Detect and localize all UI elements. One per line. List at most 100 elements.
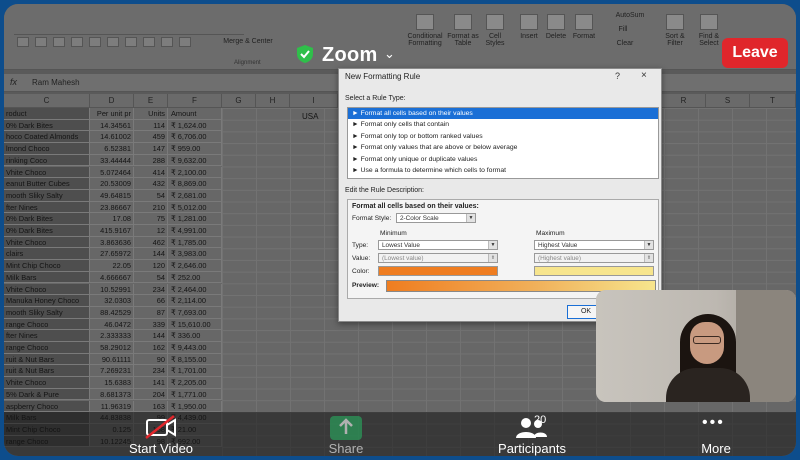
cell-per-unit[interactable]: 32.0303 bbox=[90, 295, 134, 307]
cell-amount[interactable]: ₹ 15,610.00 bbox=[168, 318, 222, 331]
cell-units[interactable]: 462 bbox=[134, 236, 168, 249]
column-header-g[interactable]: G bbox=[222, 94, 256, 108]
cell-per-unit[interactable]: 2.333333 bbox=[90, 330, 134, 342]
column-header-t[interactable]: T bbox=[750, 94, 796, 108]
cell-amount[interactable]: ₹ 5,012.00 bbox=[168, 201, 222, 214]
table-row[interactable]: Vhite Choco 15.6383 141 ₹ 2,205.00 bbox=[4, 377, 222, 389]
zoom-title[interactable]: Zoom bbox=[322, 44, 378, 67]
cell-per-unit[interactable]: 22.05 bbox=[90, 260, 134, 272]
cell-units[interactable]: 12 bbox=[134, 225, 168, 237]
cell-product[interactable]: Vhite Choco bbox=[4, 236, 90, 249]
cell-amount[interactable]: ₹ 2,100.00 bbox=[168, 166, 222, 179]
cell-amount[interactable]: ₹ 1,281.00 bbox=[168, 213, 222, 225]
cell-per-unit[interactable]: 14.61002 bbox=[90, 131, 134, 144]
cell-amount[interactable]: ₹ 252.00 bbox=[168, 271, 222, 284]
cell-units[interactable]: 75 bbox=[134, 213, 168, 225]
cell-per-unit[interactable]: 7.269231 bbox=[90, 365, 134, 378]
cell-product[interactable]: fter Nines bbox=[4, 330, 90, 342]
cell-per-unit[interactable]: 49.64815 bbox=[90, 189, 134, 202]
cell-units[interactable]: 339 bbox=[134, 318, 168, 331]
cell-per-unit[interactable]: 5.072464 bbox=[90, 166, 134, 179]
rule-item-top-bottom[interactable]: ► Format only top or bottom ranked value… bbox=[348, 131, 658, 142]
min-type-select[interactable]: Lowest Value ▼ bbox=[378, 240, 498, 250]
cell-product[interactable]: 0% Dark Bites bbox=[4, 213, 90, 225]
column-header-c[interactable]: C bbox=[4, 94, 90, 108]
table-row[interactable]: 0% Dark Bites 415.9167 12 ₹ 4,991.00 bbox=[4, 225, 222, 237]
cell-product[interactable]: Vhite Choco bbox=[4, 166, 90, 179]
cell-per-unit[interactable]: 8.681373 bbox=[90, 388, 134, 401]
cell-per-unit[interactable]: 17.08 bbox=[90, 213, 134, 225]
cell-amount[interactable]: ₹ 9,632.00 bbox=[168, 154, 222, 167]
max-color-picker[interactable] bbox=[534, 266, 654, 276]
cell-units[interactable]: 54 bbox=[134, 189, 168, 202]
column-header-i[interactable]: I bbox=[290, 94, 338, 108]
cell-amount[interactable]: ₹ 959.00 bbox=[168, 143, 222, 155]
range-picker-icon[interactable]: ⬆ bbox=[488, 254, 497, 262]
cell-amount[interactable]: ₹ 3,983.00 bbox=[168, 248, 222, 261]
more-button[interactable]: ••• More bbox=[684, 412, 748, 456]
cell-product[interactable]: rinking Coco bbox=[4, 154, 90, 167]
cell-amount[interactable]: ₹ 2,205.00 bbox=[168, 377, 222, 389]
cell-product[interactable]: Vhite Choco bbox=[4, 377, 90, 389]
cell-per-unit[interactable]: 20.53009 bbox=[90, 178, 134, 190]
table-row[interactable]: aspberry Choco 11.96319 163 ₹ 1,950.00 bbox=[4, 400, 222, 413]
cell-units[interactable]: 204 bbox=[134, 388, 168, 401]
cell-units[interactable]: 144 bbox=[134, 330, 168, 342]
table-row[interactable]: range Choco 58.29012 162 ₹ 9,443.00 bbox=[4, 342, 222, 354]
column-header-s[interactable]: S bbox=[706, 94, 750, 108]
max-value-input[interactable]: (Highest value) ⬆ bbox=[534, 253, 654, 263]
rule-item-contains[interactable]: ► Format only cells that contain bbox=[348, 119, 658, 130]
cell-product[interactable]: mooth Sliky Salty bbox=[4, 189, 90, 202]
insert-button[interactable]: Insert bbox=[516, 14, 542, 54]
cell-styles-button[interactable]: Cell Styles bbox=[480, 14, 510, 54]
cell-units[interactable]: 66 bbox=[134, 295, 168, 307]
table-header-row[interactable]: roduct Per unit pr Units Amount bbox=[4, 108, 222, 120]
column-header-r[interactable]: R bbox=[662, 94, 706, 108]
cell-product[interactable]: 0% Dark Bites bbox=[4, 225, 90, 237]
participants-button[interactable]: 20 Participants bbox=[482, 412, 582, 456]
format-style-select[interactable]: 2-Color Scale ▼ bbox=[396, 213, 476, 223]
fill-button[interactable]: Fill bbox=[608, 26, 638, 36]
format-as-table-button[interactable]: Format as Table bbox=[446, 14, 480, 54]
table-row[interactable]: 0% Dark Bites 17.08 75 ₹ 1,281.00 bbox=[4, 213, 222, 225]
cell-units[interactable]: 141 bbox=[134, 377, 168, 389]
table-row[interactable]: ruit & Nut Bars 7.269231 234 ₹ 1,701.00 bbox=[4, 365, 222, 378]
cell-amount[interactable]: ₹ 1,771.00 bbox=[168, 388, 222, 401]
cell-product[interactable]: Mint Chip Choco bbox=[4, 260, 90, 272]
table-row[interactable]: eanut Butter Cubes 20.53009 432 ₹ 8,869.00 bbox=[4, 178, 222, 190]
cell-units[interactable]: 234 bbox=[134, 365, 168, 378]
conditional-formatting-button[interactable]: Conditional Formatting bbox=[404, 14, 446, 54]
shield-icon[interactable] bbox=[296, 44, 314, 64]
cell-amount[interactable]: ₹ 4,991.00 bbox=[168, 225, 222, 237]
table-row[interactable]: fter Nines 23.86667 210 ₹ 5,012.00 bbox=[4, 201, 222, 214]
cell-per-unit[interactable]: 415.9167 bbox=[90, 225, 134, 237]
cell-units[interactable]: 210 bbox=[134, 201, 168, 214]
cell-per-unit[interactable]: 46.0472 bbox=[90, 318, 134, 331]
cell-product[interactable]: range Choco bbox=[4, 318, 90, 331]
cell-units[interactable]: 163 bbox=[134, 400, 168, 413]
header-units[interactable]: Units bbox=[134, 108, 168, 120]
table-row[interactable]: Vhite Choco 10.52991 234 ₹ 2,464.00 bbox=[4, 283, 222, 296]
table-row[interactable]: Vhite Choco 3.863636 462 ₹ 1,785.00 bbox=[4, 236, 222, 249]
table-row[interactable]: rinking Coco 33.44444 288 ₹ 9,632.00 bbox=[4, 154, 222, 167]
cell-product[interactable]: clairs bbox=[4, 248, 90, 261]
merge-center-button[interactable]: Merge & Center bbox=[218, 38, 278, 78]
table-row[interactable]: Mint Chip Choco 22.05 120 ₹ 2,646.00 bbox=[4, 260, 222, 272]
cell-product[interactable]: ruit & Nut Bars bbox=[4, 365, 90, 378]
cell-product[interactable]: ruit & Nut Bars bbox=[4, 353, 90, 366]
cell-units[interactable]: 459 bbox=[134, 131, 168, 144]
column-header-h[interactable]: H bbox=[256, 94, 290, 108]
cell-per-unit[interactable]: 23.86667 bbox=[90, 201, 134, 214]
cell-units[interactable]: 90 bbox=[134, 353, 168, 366]
leave-button[interactable]: Leave bbox=[722, 38, 788, 68]
min-value-input[interactable]: (Lowest value) ⬆ bbox=[378, 253, 498, 263]
cell-amount[interactable]: ₹ 8,155.00 bbox=[168, 353, 222, 366]
table-row[interactable]: fter Nines 2.333333 144 ₹ 336.00 bbox=[4, 330, 222, 342]
cell-product[interactable]: lmond Choco bbox=[4, 143, 90, 155]
rule-item-unique-duplicate[interactable]: ► Format only unique or duplicate values bbox=[348, 154, 658, 165]
cell-amount[interactable]: ₹ 7,693.00 bbox=[168, 306, 222, 319]
cell-amount[interactable]: ₹ 2,681.00 bbox=[168, 189, 222, 202]
cell-amount[interactable]: ₹ 8,869.00 bbox=[168, 178, 222, 190]
cell-amount[interactable]: ₹ 1,701.00 bbox=[168, 365, 222, 378]
header-amount[interactable]: Amount bbox=[168, 108, 222, 120]
